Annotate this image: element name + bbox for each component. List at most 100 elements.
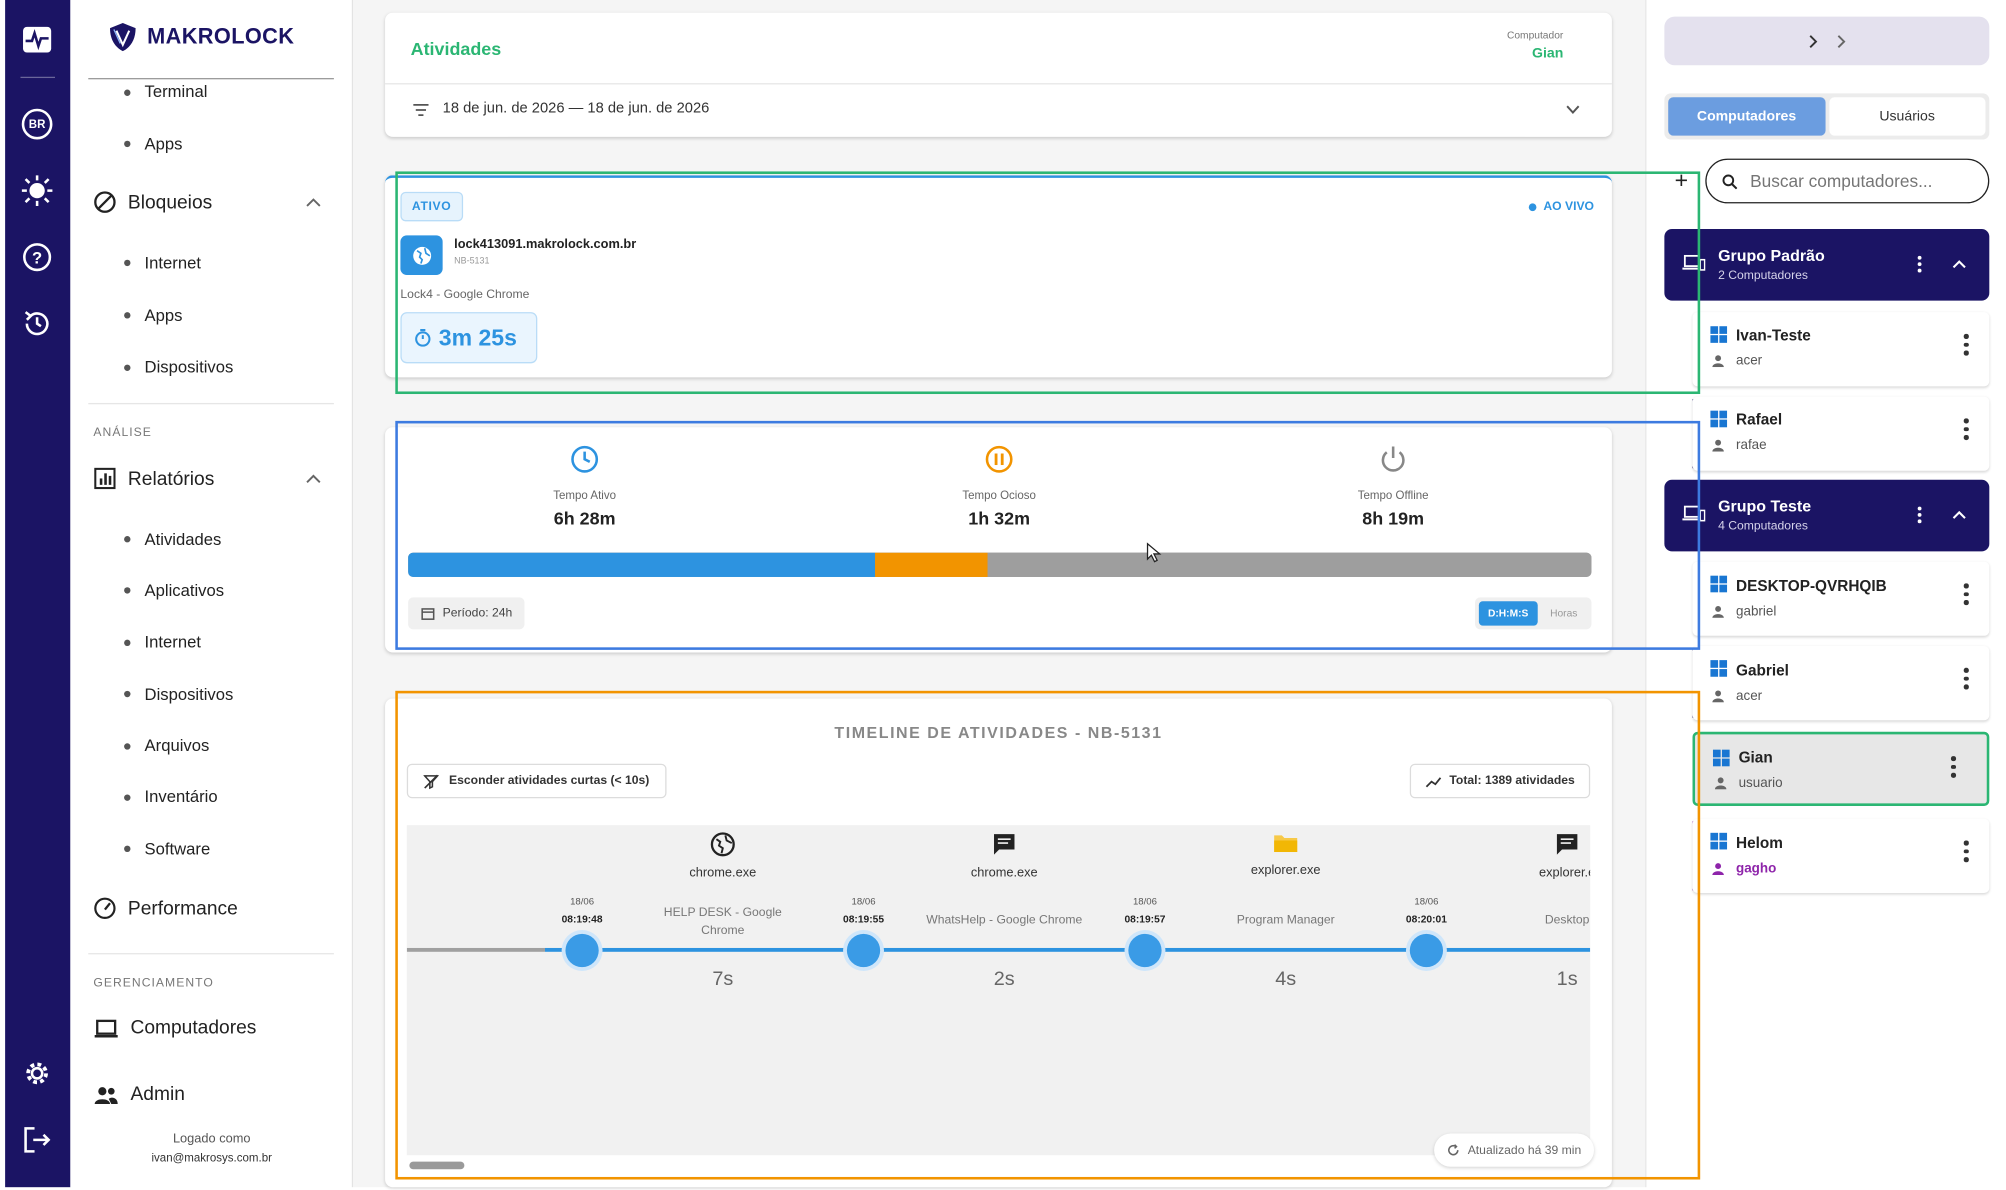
computer-menu-icon[interactable] (1963, 418, 1969, 440)
trend-icon (1425, 776, 1442, 787)
relatorios-label: Relatórios (127, 467, 215, 490)
date-filter[interactable]: 18 de jun. de 2026 — 18 de jun. de 2026 (385, 84, 1612, 136)
sidebar-item-aplicativos[interactable]: Aplicativos (145, 581, 224, 600)
group-menu-icon[interactable] (1917, 506, 1922, 524)
period-chip[interactable]: Período: 24h (408, 597, 526, 630)
activity-pulse-icon[interactable] (20, 23, 53, 56)
timeline-event-marker[interactable] (1128, 933, 1162, 968)
sidebar-item-relatorio-dispositivos[interactable]: Dispositivos (145, 684, 234, 703)
timeline-track[interactable]: chrome.exe 18/06 08:19:48 HELP DESK - Go… (406, 825, 1591, 1156)
sidebar-item-bloqueio-dispositivos[interactable]: Dispositivos (145, 357, 234, 376)
search-computers-field[interactable] (1705, 158, 1990, 204)
sidebar-item-inventario[interactable]: Inventário (145, 787, 218, 806)
computer-card[interactable]: Gabriel acer (1692, 646, 1990, 721)
computer-menu-icon[interactable] (1963, 667, 1969, 689)
user-icon (1712, 690, 1724, 703)
sidebar-item-apps[interactable]: Apps (145, 134, 183, 153)
computer-menu-icon[interactable] (1963, 840, 1969, 862)
bullet (124, 587, 131, 594)
panel-collapse-control[interactable] (1664, 16, 1990, 66)
tab-usuarios[interactable]: Usuários (1828, 97, 1986, 136)
event-date: 18/06 (851, 895, 876, 908)
add-group-button[interactable]: + (1675, 169, 1688, 192)
chevron-up-icon[interactable] (1952, 260, 1966, 269)
computer-card-selected[interactable]: Gian usuario (1692, 731, 1990, 806)
sidebar-item-performance[interactable]: Performance (93, 897, 238, 920)
sidebar-section-relatorios[interactable]: Relatórios (93, 467, 214, 490)
settings-gear-icon[interactable] (20, 1057, 53, 1090)
filter-icon (413, 104, 429, 117)
sidebar-item-bloqueio-internet[interactable]: Internet (145, 253, 201, 272)
chevron-down-icon[interactable] (1566, 105, 1580, 115)
computer-menu-icon[interactable] (1963, 333, 1969, 356)
brand-logo[interactable]: MAKROLOCK (106, 20, 294, 53)
sidebar-item-bloqueio-apps[interactable]: Apps (145, 306, 183, 325)
folder-icon (1274, 835, 1298, 853)
chevron-up-icon[interactable] (306, 197, 321, 207)
event-duration: 4s (1275, 968, 1297, 991)
group-menu-icon[interactable] (1917, 255, 1922, 273)
sidebar-item-terminal[interactable]: Terminal (145, 82, 208, 101)
logout-icon[interactable] (20, 1123, 53, 1156)
event-exe: explorer.exe (1250, 863, 1321, 878)
event-app-header: explorer.exe (1209, 832, 1363, 878)
rail-divider (20, 76, 56, 79)
chevron-up-icon[interactable] (1952, 510, 1966, 519)
timeline-event-marker[interactable] (846, 933, 881, 968)
sidebar-section-bloqueios[interactable]: Bloqueios (93, 191, 212, 214)
timeline-event-marker[interactable] (565, 933, 599, 968)
computer-name: Ivan-Teste (1736, 326, 1811, 345)
computer-card[interactable]: DESKTOP-QVRHQIB gabriel (1692, 561, 1990, 636)
history-icon[interactable] (20, 307, 53, 340)
idle-time-value: 1h 32m (968, 507, 1030, 529)
tab-computadores[interactable]: Computadores (1668, 97, 1825, 136)
sidebar-item-software[interactable]: Software (145, 839, 211, 858)
group-header[interactable]: Grupo Padrão 2 Computadores (1664, 228, 1990, 301)
language-badge-label: BR (21, 108, 53, 140)
sidebar-item-relatorio-internet[interactable]: Internet (145, 632, 201, 651)
computer-menu-icon[interactable] (1963, 583, 1969, 605)
time-summary-card: Tempo Ativo 6h 28m Tempo Ocioso 1h 32m T… (385, 427, 1612, 653)
computer-card[interactable]: Ivan-Teste acer (1692, 312, 1990, 387)
sidebar-item-atividades[interactable]: Atividades (145, 530, 222, 549)
hide-short-label: Esconder atividades curtas (< 10s) (449, 773, 650, 789)
bullet (124, 690, 131, 698)
app-stage: BR ? MAKROLOCK Terminal Apps Bloqueios I… (0, 0, 2006, 1190)
page-title: Atividades (410, 38, 502, 59)
sidebar-divider (88, 402, 334, 405)
performance-label: Performance (127, 897, 238, 920)
sidebar-item-arquivos[interactable]: Arquivos (145, 736, 210, 755)
search-input[interactable] (1750, 171, 1968, 191)
globe-icon (412, 246, 431, 265)
sidebar-item-computadores[interactable]: Computadores (93, 1017, 256, 1039)
timeline-scrollbar[interactable] (409, 1161, 465, 1170)
event-time: 08:19:55 (843, 913, 885, 925)
timeline-event-marker[interactable] (1409, 933, 1444, 968)
toggle-dhms[interactable]: D:H:M:S (1479, 601, 1538, 626)
group-name: Grupo Teste (1718, 497, 1812, 516)
group-header[interactable]: Grupo Teste 4 Computadores (1664, 479, 1990, 552)
admin-label: Admin (130, 1083, 185, 1106)
computer-card[interactable]: Rafael rafae (1692, 396, 1990, 471)
power-icon (1381, 446, 1405, 472)
theme-sun-icon[interactable] (20, 174, 53, 207)
windows-icon (1710, 326, 1728, 343)
timeline-title: TIMELINE DE ATIVIDADES - NB-5131 (834, 724, 1163, 742)
computer-menu-icon[interactable] (1950, 756, 1956, 778)
active-time-value: 6h 28m (553, 507, 616, 529)
computadores-label: Computadores (130, 1017, 257, 1039)
hide-short-button[interactable]: Esconder atividades curtas (< 10s) (406, 763, 666, 799)
computer-name: Gabriel (1736, 661, 1789, 680)
help-icon[interactable]: ? (20, 241, 53, 274)
language-badge[interactable]: BR (20, 107, 53, 140)
chevron-up-icon[interactable] (306, 473, 321, 483)
date-range: 18 de jun. de 2026 — 18 de jun. de 2026 (442, 101, 710, 117)
sidebar-item-admin[interactable]: Admin (93, 1083, 185, 1106)
toggle-horas[interactable]: Horas (1540, 601, 1588, 625)
mouse-cursor-icon (1146, 542, 1162, 563)
chat-icon (1556, 834, 1578, 855)
computer-card[interactable]: Helom gagho (1692, 818, 1990, 893)
chevron-right-icon (1809, 34, 1818, 48)
bullet (124, 536, 131, 543)
speedometer-icon (94, 897, 116, 919)
